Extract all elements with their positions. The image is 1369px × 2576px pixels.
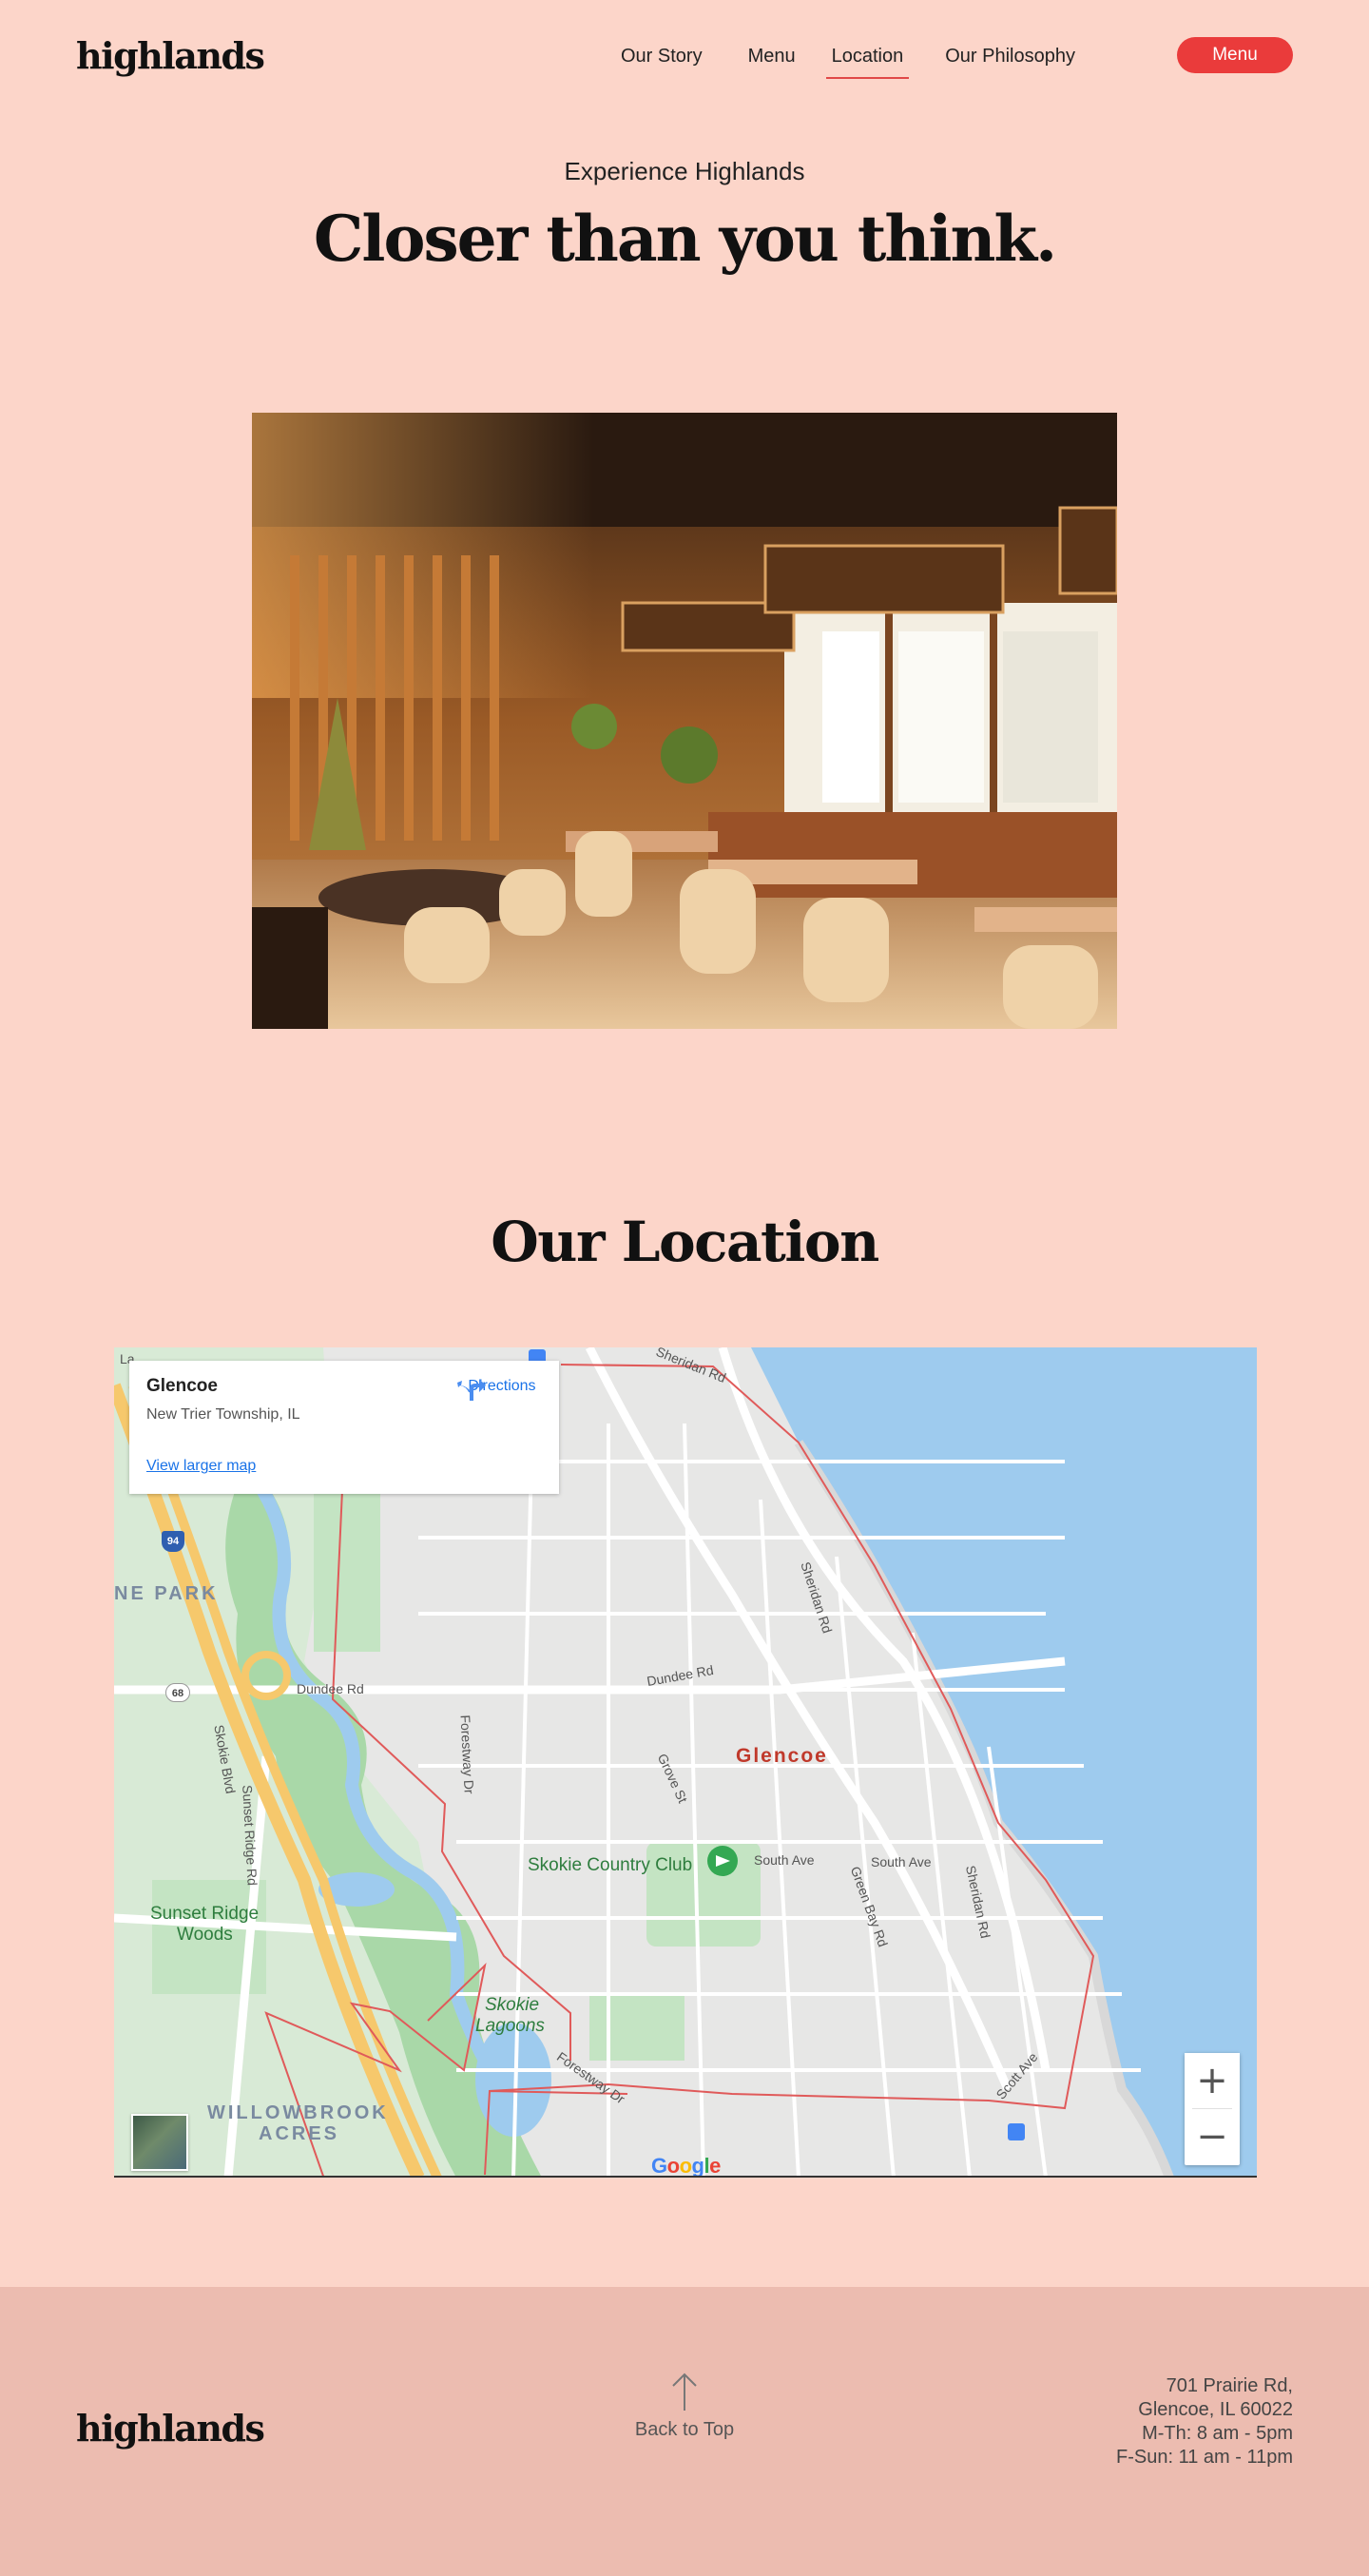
address-line-city: Glencoe, IL 60022 <box>1138 2399 1293 2420</box>
shield-68: 68 <box>165 1683 190 1702</box>
location-map[interactable]: 94 68 La Sheridan Rd Dundee Rd Dundee Rd… <box>114 1347 1257 2178</box>
back-to-top-label: Back to Top <box>634 2419 735 2440</box>
main-nav: Our Story Menu Location Our Philosophy <box>621 46 1075 79</box>
nav-location[interactable]: Location <box>825 46 909 79</box>
nav-menu[interactable]: Menu <box>748 46 796 68</box>
hero-title: Closer than you think. <box>313 202 1057 276</box>
zoom-in-button[interactable]: + <box>1185 2053 1240 2108</box>
site-logo[interactable]: highlands <box>76 34 265 77</box>
view-larger-map-link[interactable]: View larger map <box>146 1458 256 1475</box>
park-label-skokie: Skokie <box>485 1995 540 2015</box>
road-label-dundee-1: Dundee Rd <box>297 1681 364 1696</box>
park-label-woods: Woods <box>177 1925 233 1945</box>
area-label-acres: ACRES <box>259 2123 340 2144</box>
hours-weekend: F-Sun: 11 am - 11pm <box>1116 2447 1293 2468</box>
town-label-glencoe: Glencoe <box>736 1745 828 1767</box>
road-label-south-ave-1: South Ave <box>754 1852 815 1868</box>
hours-weekday: M-Th: 8 am - 5pm <box>1142 2423 1293 2444</box>
road-label-south-ave-2: South Ave <box>871 1854 932 1869</box>
restaurant-interior-photo <box>252 413 1117 1029</box>
nav-our-philosophy[interactable]: Our Philosophy <box>945 46 1075 68</box>
park-label-sunset-ridge: Sunset Ridge <box>150 1904 260 1924</box>
nav-our-story[interactable]: Our Story <box>621 46 703 68</box>
map-place-name: Glencoe <box>146 1376 218 1396</box>
map-place-subtitle: New Trier Township, IL <box>146 1406 300 1423</box>
site-header: highlands Our Story Menu Location Our Ph… <box>0 0 1369 114</box>
directions-button[interactable]: Directions <box>456 1374 548 1401</box>
location-title: Our Location <box>491 1210 879 1274</box>
arrow-up-icon <box>672 2373 697 2411</box>
park-label-lagoons: Lagoons <box>475 2016 545 2036</box>
back-to-top-link[interactable]: Back to Top <box>608 2371 761 2441</box>
park-label-skokie-country-club: Skokie Country Club <box>528 1855 693 1875</box>
footer-logo[interactable]: highlands <box>76 2407 265 2450</box>
shield-94: 94 <box>162 1531 184 1552</box>
area-label-willowbrook: WILLOWBROOK <box>207 2102 389 2123</box>
menu-button[interactable]: Menu <box>1177 37 1293 73</box>
hero-eyebrow: Experience Highlands <box>564 157 805 185</box>
satellite-layer-toggle[interactable] <box>131 2114 188 2171</box>
directions-icon <box>457 1379 486 1401</box>
area-label-ne-park: NE PARK <box>114 1583 219 1604</box>
zoom-out-button[interactable]: − <box>1185 2109 1240 2164</box>
google-logo: Google <box>651 2154 721 2178</box>
address-line-street: 701 Prairie Rd, <box>1166 2375 1293 2396</box>
footer-address: 701 Prairie Rd, Glencoe, IL 60022 M-Th: … <box>1116 2374 1293 2469</box>
site-footer: highlands Back to Top 701 Prairie Rd, Gl… <box>0 2287 1369 2576</box>
map-zoom-controls: + − <box>1185 2053 1240 2165</box>
map-place-card: Glencoe New Trier Township, IL View larg… <box>129 1361 559 1494</box>
